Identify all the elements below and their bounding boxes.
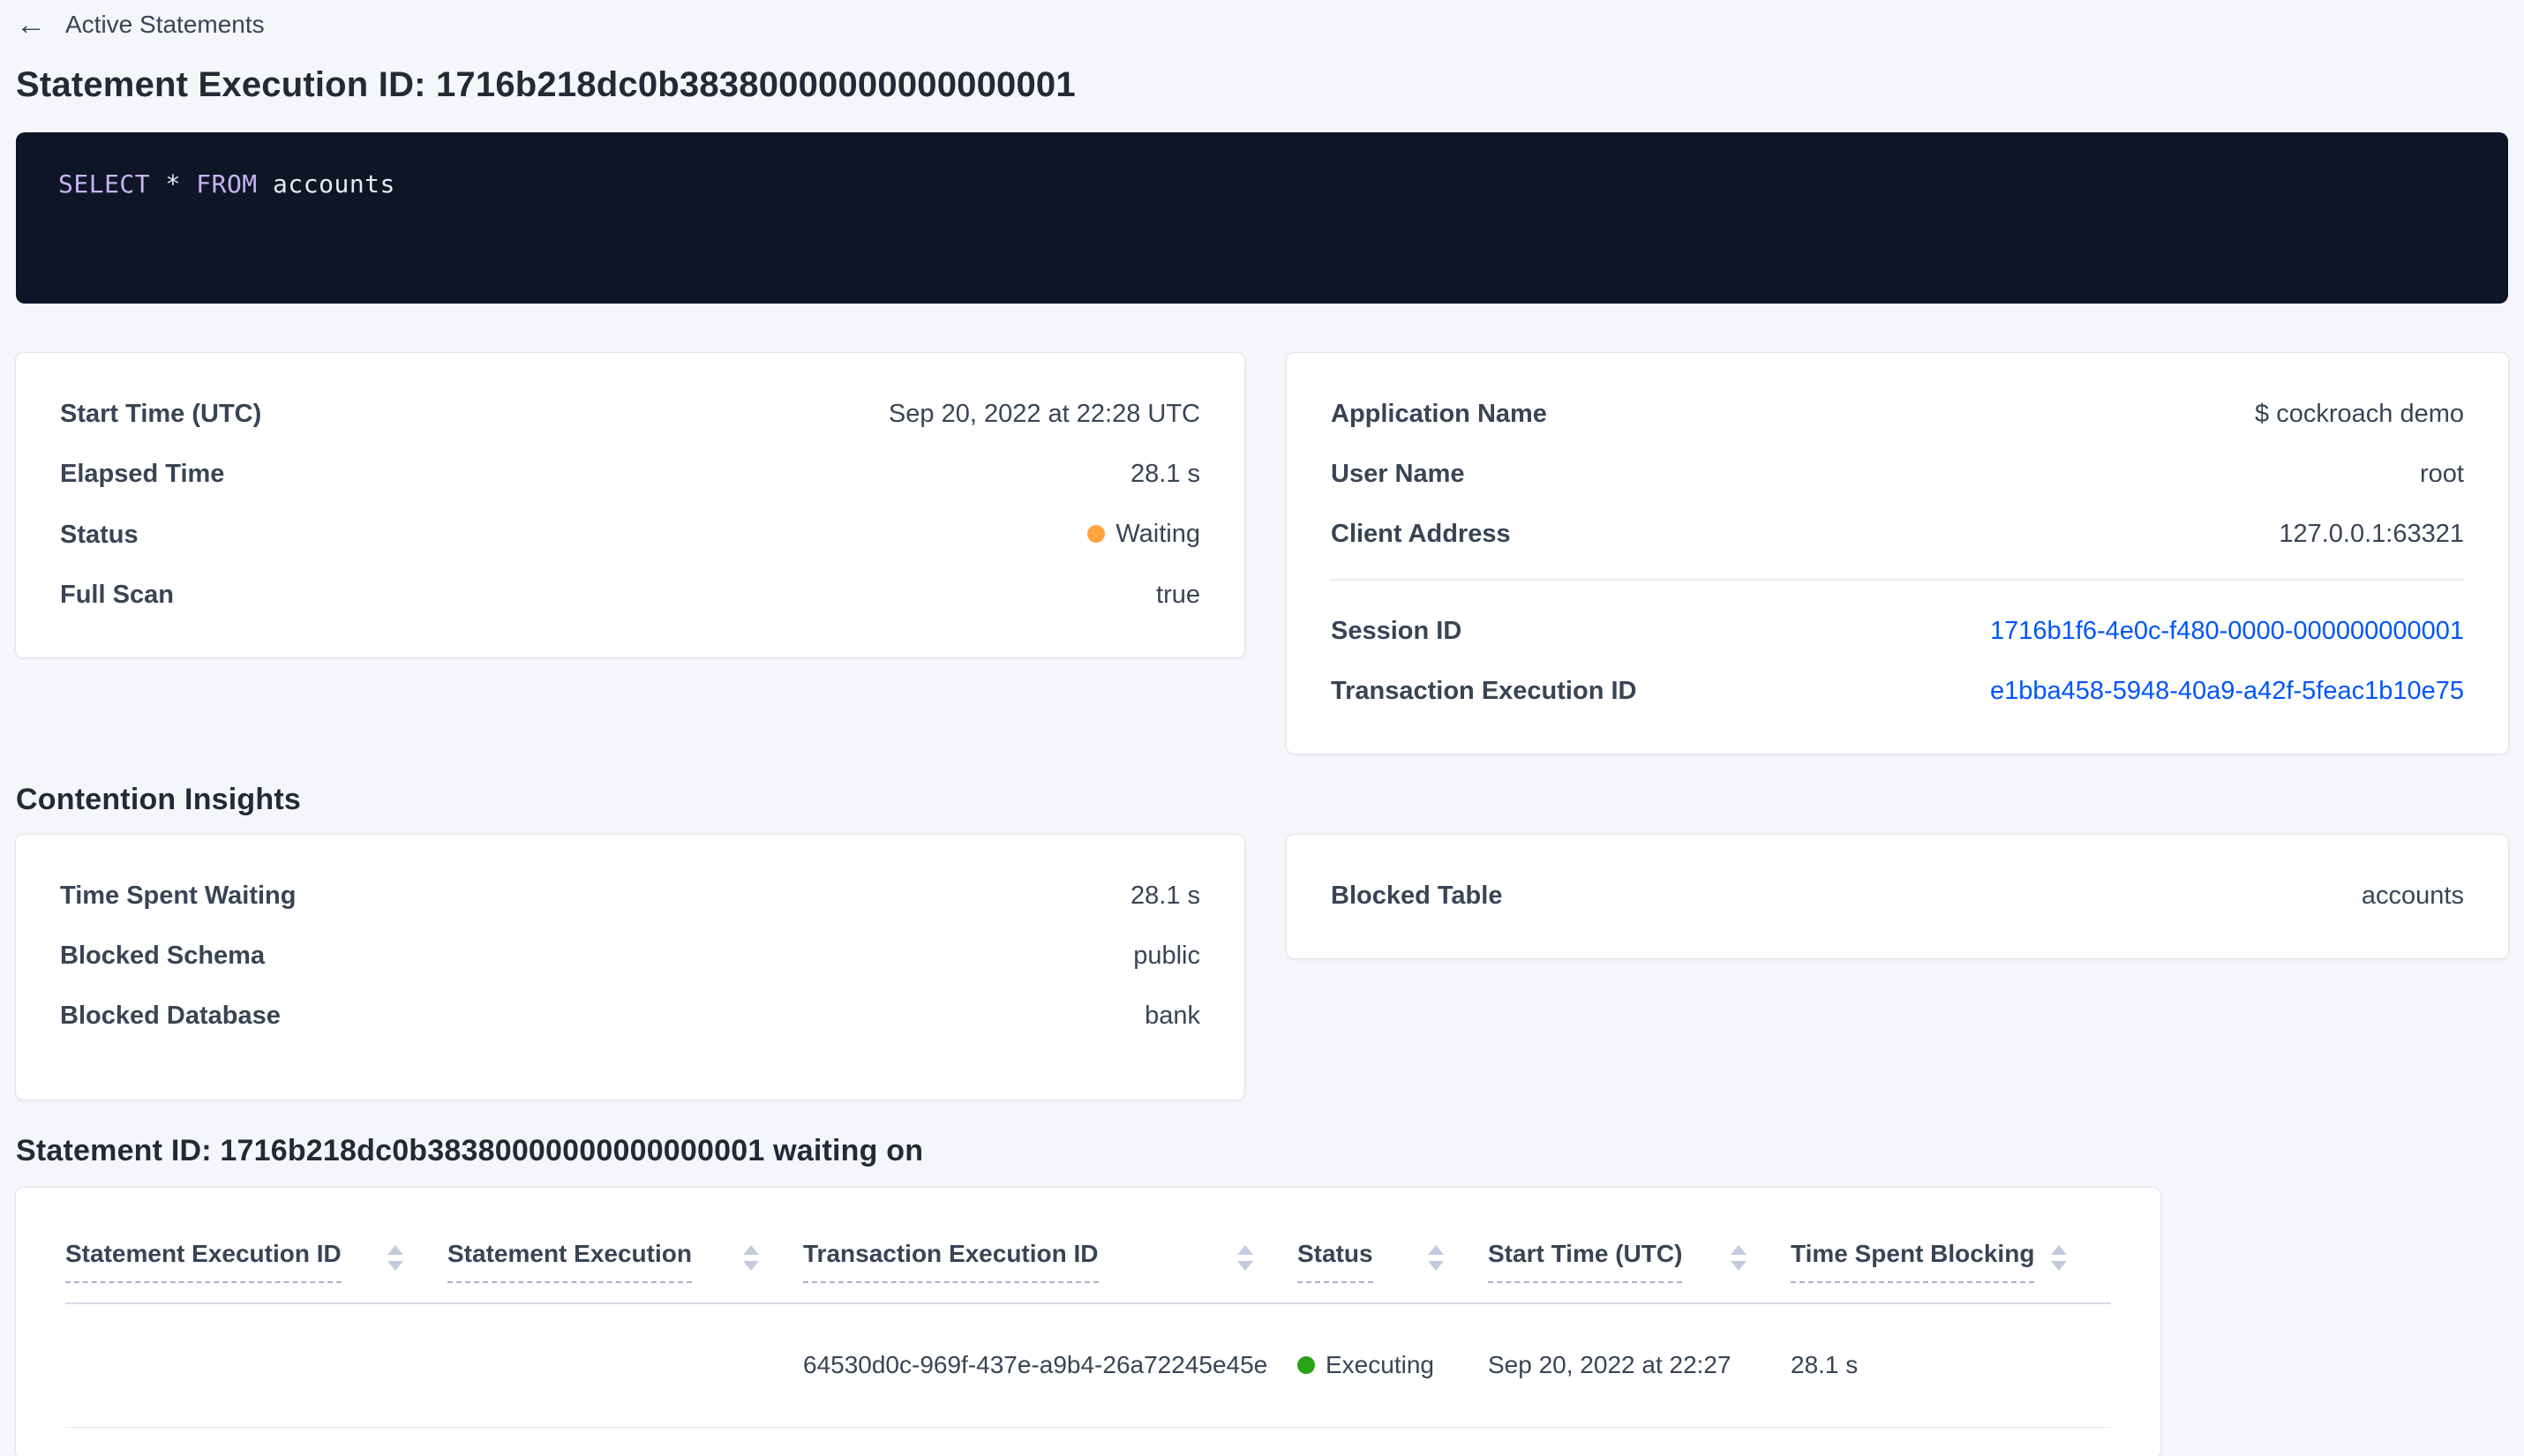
blocked-table-label: Blocked Table [1331, 882, 1503, 910]
sort-icon [2051, 1245, 2067, 1271]
cell-status: Executing [1297, 1303, 1488, 1428]
application-name-value: $ cockroach demo [2255, 400, 2464, 428]
cell-statement-execution [447, 1303, 803, 1428]
waiting-on-heading: Statement ID: 1716b218dc0b38380000000000… [16, 1134, 924, 1167]
blocked-schema-label: Blocked Schema [60, 942, 266, 970]
elapsed-time-label: Elapsed Time [60, 460, 225, 488]
status-row: Status Waiting [60, 519, 1200, 550]
blocked-table-row: Blocked Table accounts [1331, 881, 2464, 911]
user-name-row: User Name root [1331, 459, 2464, 489]
session-id-link[interactable]: 1716b1f6-4e0c-f480-0000-000000000001 [1990, 616, 2464, 646]
waiting-status-icon [1087, 525, 1106, 543]
cell-status-text: Executing [1326, 1351, 1434, 1379]
user-name-value: root [2420, 460, 2464, 488]
sort-icon [743, 1245, 759, 1271]
cell-time-spent-blocking: 28.1 s [1791, 1303, 2111, 1428]
sort-icon [1428, 1245, 1444, 1271]
sql-keyword-from: FROM [196, 169, 258, 199]
sql-query-text: SELECT * FROM accounts [58, 169, 395, 199]
waiting-on-table-card: Statement Execution ID Statement Executi… [16, 1188, 2160, 1456]
card-divider [1331, 579, 2464, 581]
contention-cards-row: Time Spent Waiting 28.1 s Blocked Schema… [16, 835, 2508, 1100]
session-id-row: Session ID 1716b1f6-4e0c-f480-0000-00000… [1331, 616, 2464, 646]
back-arrow-icon: ← [16, 8, 46, 41]
sort-icon [1237, 1245, 1253, 1271]
status-value: Waiting [1116, 520, 1200, 548]
cell-transaction-execution-id: 64530d0c-969f-437e-a9b4-26a72245e45e [803, 1303, 1297, 1428]
elapsed-time-row: Elapsed Time 28.1 s [60, 459, 1200, 489]
breadcrumb-label: Active Statements [65, 11, 265, 38]
session-id-label: Session ID [1331, 617, 1462, 645]
column-header-status[interactable]: Status [1297, 1200, 1488, 1304]
transaction-execution-id-link[interactable]: e1bba458-5948-40a9-a42f-5feac1b10e75 [1990, 676, 2464, 706]
time-spent-waiting-value: 28.1 s [1131, 882, 1200, 910]
breadcrumb-back-link[interactable]: ← Active Statements [16, 7, 265, 42]
blocked-schema-value: public [1133, 942, 1200, 970]
start-time-label: Start Time (UTC) [60, 400, 262, 428]
blocked-table-value: accounts [2361, 882, 2464, 910]
full-scan-row: Full Scan true [60, 580, 1200, 610]
client-address-label: Client Address [1331, 520, 1511, 548]
time-spent-waiting-label: Time Spent Waiting [60, 882, 297, 910]
sql-keyword-select: SELECT [58, 169, 151, 199]
page-title: Statement Execution ID: 1716b218dc0b3838… [16, 65, 1076, 104]
time-spent-waiting-row: Time Spent Waiting 28.1 s [60, 881, 1200, 911]
client-address-row: Client Address 127.0.0.1:63321 [1331, 519, 2464, 549]
application-name-row: Application Name $ cockroach demo [1331, 399, 2464, 429]
client-address-value: 127.0.0.1:63321 [2279, 520, 2464, 548]
transaction-execution-id-row: Transaction Execution ID e1bba458-5948-4… [1331, 676, 2464, 706]
waiting-on-table: Statement Execution ID Statement Executi… [65, 1200, 2111, 1428]
sort-icon [387, 1245, 403, 1271]
executing-status-icon [1297, 1356, 1315, 1375]
blocked-database-row: Blocked Database bank [60, 1001, 1200, 1031]
cell-start-time: Sep 20, 2022 at 22:27 [1488, 1303, 1791, 1428]
column-header-start-time[interactable]: Start Time (UTC) [1488, 1200, 1791, 1304]
sort-icon [1731, 1245, 1747, 1271]
sql-table-name: accounts [273, 169, 395, 199]
application-name-label: Application Name [1331, 400, 1547, 428]
blocked-database-value: bank [1145, 1002, 1200, 1030]
full-scan-value: true [1156, 581, 1200, 609]
column-header-time-spent-blocking[interactable]: Time Spent Blocking [1791, 1200, 2111, 1304]
summary-cards-row: Start Time (UTC) Sep 20, 2022 at 22:28 U… [16, 353, 2508, 754]
status-label: Status [60, 521, 139, 549]
execution-details-card: Start Time (UTC) Sep 20, 2022 at 22:28 U… [16, 353, 1244, 657]
start-time-row: Start Time (UTC) Sep 20, 2022 at 22:28 U… [60, 399, 1200, 429]
user-name-label: User Name [1331, 460, 1465, 488]
contention-left-card: Time Spent Waiting 28.1 s Blocked Schema… [16, 835, 1244, 1100]
session-details-card: Application Name $ cockroach demo User N… [1287, 353, 2508, 754]
cell-statement-execution-id [65, 1303, 447, 1428]
sql-query-box: SELECT * FROM accounts [16, 132, 2508, 304]
table-header-row: Statement Execution ID Statement Executi… [65, 1200, 2111, 1304]
contention-insights-heading: Contention Insights [16, 783, 301, 816]
column-header-statement-execution[interactable]: Statement Execution [447, 1200, 803, 1304]
blocked-schema-row: Blocked Schema public [60, 941, 1200, 971]
full-scan-label: Full Scan [60, 581, 174, 609]
blocked-database-label: Blocked Database [60, 1002, 281, 1030]
column-header-statement-execution-id[interactable]: Statement Execution ID [65, 1200, 447, 1304]
start-time-value: Sep 20, 2022 at 22:28 UTC [888, 400, 1200, 428]
sql-star: * [165, 169, 181, 199]
elapsed-time-value: 28.1 s [1131, 460, 1200, 488]
transaction-execution-id-label: Transaction Execution ID [1331, 677, 1637, 705]
table-row: 64530d0c-969f-437e-a9b4-26a72245e45e Exe… [65, 1303, 2111, 1428]
column-header-transaction-execution-id[interactable]: Transaction Execution ID [803, 1200, 1297, 1304]
contention-right-card: Blocked Table accounts [1287, 835, 2508, 958]
